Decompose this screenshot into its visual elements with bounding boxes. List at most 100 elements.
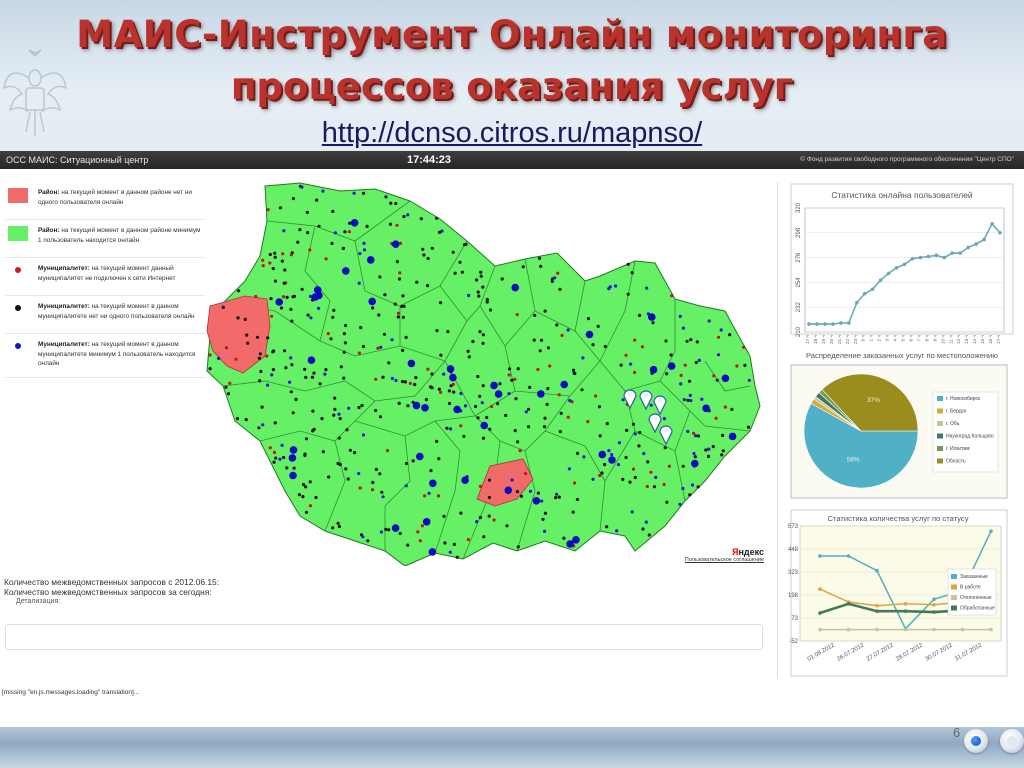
municipality-dot[interactable] bbox=[408, 381, 412, 385]
municipality-dot[interactable] bbox=[559, 411, 563, 415]
municipality-dot[interactable] bbox=[617, 441, 622, 445]
municipality-dot[interactable] bbox=[507, 392, 511, 396]
municipality-dot[interactable] bbox=[261, 264, 265, 268]
municipality-dot[interactable] bbox=[337, 412, 341, 416]
municipality-dot[interactable] bbox=[268, 446, 272, 450]
municipality-dot[interactable] bbox=[352, 191, 356, 195]
municipality-dot[interactable] bbox=[258, 379, 262, 383]
municipality-dot[interactable] bbox=[646, 460, 650, 464]
municipality-dot[interactable] bbox=[284, 366, 288, 370]
municipality-dot[interactable] bbox=[426, 367, 430, 371]
region-map-canvas[interactable] bbox=[205, 181, 768, 567]
municipality-dot[interactable] bbox=[621, 398, 625, 402]
municipality-dot[interactable] bbox=[283, 268, 287, 272]
municipality-dot[interactable] bbox=[474, 404, 478, 409]
status-point[interactable] bbox=[818, 554, 822, 558]
municipality-dot[interactable] bbox=[289, 390, 293, 394]
municipality-online-marker[interactable] bbox=[728, 432, 737, 441]
municipality-dot[interactable] bbox=[403, 380, 407, 384]
municipality-dot[interactable] bbox=[555, 492, 559, 496]
municipality-dot[interactable] bbox=[603, 462, 607, 467]
municipality-dot[interactable] bbox=[271, 267, 275, 271]
municipality-dot[interactable] bbox=[608, 285, 612, 289]
municipality-dot[interactable] bbox=[357, 351, 361, 355]
municipality-dot[interactable] bbox=[308, 480, 312, 484]
municipality-dot[interactable] bbox=[479, 270, 483, 274]
municipality-dot[interactable] bbox=[462, 434, 466, 438]
municipality-dot[interactable] bbox=[532, 338, 536, 342]
municipality-dot[interactable] bbox=[478, 330, 482, 334]
municipality-dot[interactable] bbox=[647, 533, 651, 537]
online-point[interactable] bbox=[910, 256, 915, 261]
municipality-dot[interactable] bbox=[533, 313, 537, 317]
municipality-dot[interactable] bbox=[513, 377, 517, 381]
municipality-dot[interactable] bbox=[437, 457, 441, 461]
municipality-dot[interactable] bbox=[447, 401, 452, 406]
municipality-dot[interactable] bbox=[332, 413, 336, 417]
municipality-dot[interactable] bbox=[711, 445, 715, 449]
municipality-dot[interactable] bbox=[571, 368, 576, 372]
municipality-online-marker[interactable] bbox=[342, 267, 350, 275]
municipality-dot[interactable] bbox=[481, 333, 485, 337]
municipality-dot[interactable] bbox=[315, 198, 319, 202]
municipality-dot[interactable] bbox=[667, 464, 671, 468]
municipality-dot[interactable] bbox=[451, 382, 455, 386]
municipality-dot[interactable] bbox=[719, 328, 723, 332]
municipality-dot[interactable] bbox=[406, 213, 410, 217]
municipality-dot[interactable] bbox=[516, 545, 520, 549]
municipality-online-marker[interactable] bbox=[416, 452, 424, 461]
municipality-dot[interactable] bbox=[528, 489, 533, 493]
municipality-dot[interactable] bbox=[507, 373, 511, 377]
municipality-dot[interactable] bbox=[558, 430, 562, 434]
municipality-dot[interactable] bbox=[414, 376, 418, 380]
municipality-dot[interactable] bbox=[688, 493, 692, 497]
municipality-online-marker[interactable] bbox=[288, 454, 297, 462]
municipality-dot[interactable] bbox=[397, 401, 401, 405]
municipality-dot[interactable] bbox=[476, 290, 480, 294]
municipality-online-marker[interactable] bbox=[422, 518, 431, 526]
municipality-dot[interactable] bbox=[555, 323, 559, 327]
municipality-dot[interactable] bbox=[633, 432, 637, 436]
municipality-dot[interactable] bbox=[423, 494, 427, 498]
municipality-dot[interactable] bbox=[510, 478, 514, 482]
online-point[interactable] bbox=[942, 255, 947, 260]
municipality-dot[interactable] bbox=[380, 490, 384, 494]
municipality-dot[interactable] bbox=[257, 426, 261, 430]
municipality-dot[interactable] bbox=[615, 529, 619, 533]
municipality-dot[interactable] bbox=[439, 353, 443, 357]
municipality-dot[interactable] bbox=[516, 367, 520, 371]
municipality-dot[interactable] bbox=[582, 455, 586, 459]
municipality-dot[interactable] bbox=[481, 384, 485, 388]
municipality-dot[interactable] bbox=[723, 405, 728, 409]
municipality-dot[interactable] bbox=[400, 304, 404, 308]
municipality-dot[interactable] bbox=[459, 391, 463, 396]
municipality-dot[interactable] bbox=[575, 451, 580, 455]
municipality-dot[interactable] bbox=[500, 277, 504, 281]
municipality-dot[interactable] bbox=[390, 338, 394, 342]
municipality-dot[interactable] bbox=[395, 223, 399, 227]
municipality-dot[interactable] bbox=[528, 385, 532, 389]
municipality-dot[interactable] bbox=[514, 397, 518, 401]
municipality-dot[interactable] bbox=[332, 308, 336, 312]
municipality-dot[interactable] bbox=[645, 484, 649, 489]
municipality-dot[interactable] bbox=[597, 405, 601, 409]
municipality-dot[interactable] bbox=[421, 247, 425, 251]
municipality-dot[interactable] bbox=[633, 338, 637, 342]
municipality-dot[interactable] bbox=[562, 536, 566, 540]
municipality-dot[interactable] bbox=[664, 339, 668, 343]
municipality-dot[interactable] bbox=[305, 210, 309, 214]
municipality-dot[interactable] bbox=[746, 425, 751, 429]
municipality-dot[interactable] bbox=[404, 484, 408, 488]
municipality-online-marker[interactable] bbox=[313, 286, 322, 294]
municipality-dot[interactable] bbox=[476, 374, 480, 379]
municipality-dot[interactable] bbox=[420, 524, 424, 528]
municipality-dot[interactable] bbox=[298, 228, 302, 232]
municipality-dot[interactable] bbox=[626, 262, 630, 266]
municipality-online-marker[interactable] bbox=[504, 486, 513, 495]
municipality-dot[interactable] bbox=[320, 417, 324, 421]
municipality-dot[interactable] bbox=[338, 417, 342, 421]
online-point[interactable] bbox=[990, 221, 994, 226]
municipality-dot[interactable] bbox=[591, 343, 595, 347]
municipality-dot[interactable] bbox=[291, 197, 295, 201]
municipality-dot[interactable] bbox=[396, 315, 400, 319]
